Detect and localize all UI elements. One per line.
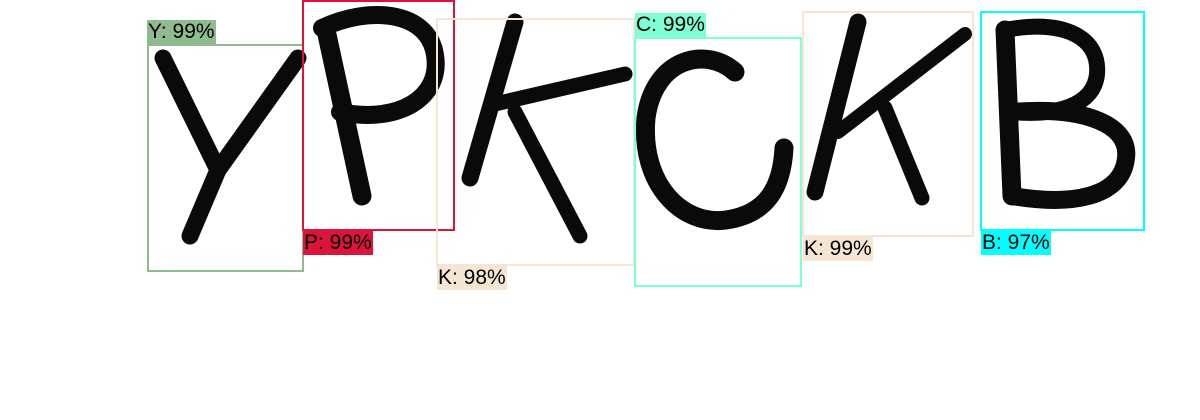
detection-box-k-2	[802, 11, 974, 237]
detection-label-b: B: 97%	[981, 231, 1051, 255]
detection-label-k-2: K: 99%	[803, 237, 873, 261]
detection-label-k-1: K: 98%	[437, 266, 507, 290]
detection-box-p	[302, 0, 455, 231]
detection-box-y	[147, 44, 304, 272]
detection-label-y: Y: 99%	[147, 20, 216, 44]
detection-label-c: C: 99%	[635, 13, 706, 37]
detection-label-p: P: 99%	[303, 231, 373, 255]
detection-box-c	[634, 37, 802, 287]
detection-box-b	[980, 11, 1145, 231]
detection-box-k-1	[436, 18, 635, 266]
detection-canvas: Y: 99% P: 99% K: 98% C: 99% K: 99% B: 97…	[0, 0, 1200, 420]
